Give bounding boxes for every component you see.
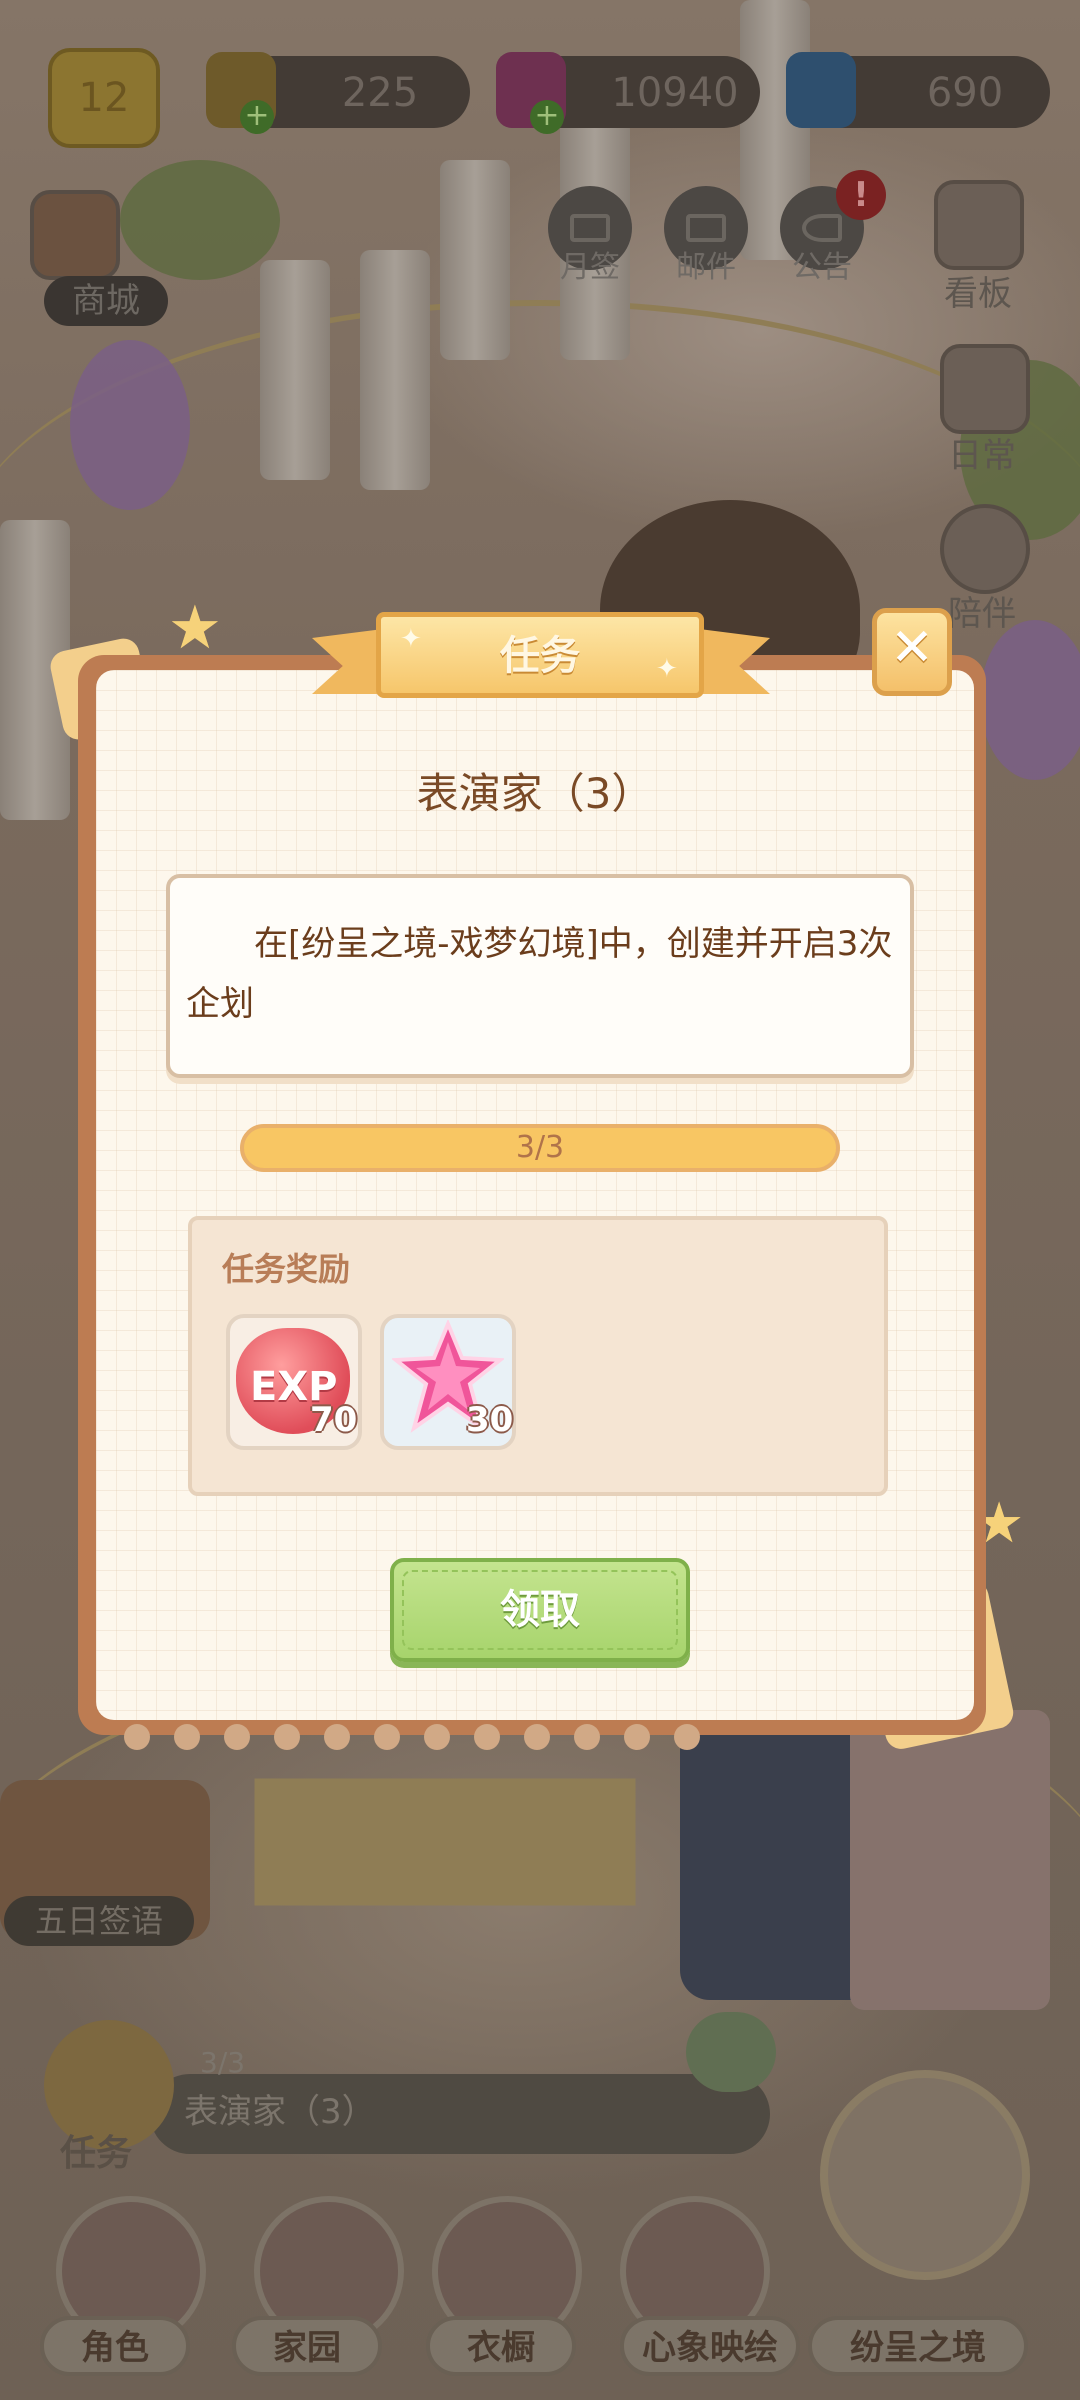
wisteria-flowers xyxy=(70,340,190,510)
nav-character[interactable]: 角色 xyxy=(40,2316,190,2376)
mail-label: 邮件 xyxy=(676,250,736,285)
snowflake-gem-icon xyxy=(786,52,856,128)
scallop xyxy=(674,1724,700,1750)
vine-leaves xyxy=(120,160,280,280)
task-description: 在[纷呈之境-戏梦幻境]中，创建并开启3次企划 xyxy=(186,924,893,1024)
railing-post xyxy=(360,250,430,490)
envelope-icon xyxy=(570,214,610,242)
railing-post xyxy=(260,260,330,480)
check-icon xyxy=(686,2012,776,2092)
scallop xyxy=(274,1724,300,1750)
shop-button[interactable]: 商城 xyxy=(44,276,168,326)
reward-count-star-gem: 30 xyxy=(466,1400,514,1440)
notification-badge: ! xyxy=(836,170,886,220)
envelope-icon xyxy=(686,214,726,242)
task-tracker-count: 3/3 xyxy=(200,2046,246,2079)
level-number: 12 xyxy=(78,75,130,121)
daily-label: 日常 xyxy=(948,436,1016,476)
reward-title: 任务奖励 xyxy=(222,1250,351,1288)
bell-value: 225 xyxy=(341,70,419,116)
nav-home[interactable]: 家园 xyxy=(232,2316,382,2376)
pink-gem-value: 10940 xyxy=(611,70,739,116)
star-decoration: ★ xyxy=(168,593,222,663)
scallop xyxy=(224,1724,250,1750)
add-bell-button[interactable]: + xyxy=(240,100,274,134)
board-avatar-icon[interactable] xyxy=(934,180,1024,270)
task-tracker-name: 表演家（3） xyxy=(184,2092,376,2132)
companion-clock-icon[interactable] xyxy=(940,504,1030,594)
scallop xyxy=(324,1724,350,1750)
task-label: 任务 xyxy=(60,2133,133,2174)
level-badge[interactable]: 12 xyxy=(48,48,160,148)
scallop xyxy=(174,1724,200,1750)
clock-wheel-icon[interactable] xyxy=(820,2070,1030,2280)
daily-calendar-icon[interactable] xyxy=(940,344,1030,434)
scallop xyxy=(374,1724,400,1750)
task-title: 表演家（3） xyxy=(416,769,654,818)
scallop xyxy=(474,1724,500,1750)
announcement-label: 公告 xyxy=(792,250,852,285)
nav-wardrobe[interactable]: 衣橱 xyxy=(426,2316,576,2376)
close-button[interactable]: ✕ xyxy=(872,608,952,696)
shop-gift-icon[interactable] xyxy=(30,190,120,280)
dialog-ribbon-title: 任务 xyxy=(500,633,580,679)
scallop xyxy=(124,1724,150,1750)
railing-post xyxy=(440,160,510,360)
companion-label: 陪伴 xyxy=(948,594,1016,634)
five-day-signin-label: 五日签语 xyxy=(4,1896,194,1946)
nav-mind-image[interactable]: 心象映绘 xyxy=(620,2316,800,2376)
scallop xyxy=(424,1724,450,1750)
board-label: 看板 xyxy=(944,274,1012,314)
monthly-signin-label: 月签 xyxy=(560,250,620,285)
nav-realm[interactable]: 纷呈之境 xyxy=(808,2316,1028,2376)
task-progress-text: 3/3 xyxy=(515,1130,565,1165)
sparkle-icon: ✦ xyxy=(656,654,678,684)
scallop xyxy=(624,1724,650,1750)
promo-banner[interactable] xyxy=(850,1710,1050,2010)
sparkle-icon: ✦ xyxy=(400,624,422,654)
reward-count-exp: 70 xyxy=(310,1400,358,1440)
snowflake-gem-value: 690 xyxy=(926,70,1004,116)
claim-button-label[interactable]: 领取 xyxy=(390,1560,690,1660)
scallop xyxy=(524,1724,550,1750)
close-icon: ✕ xyxy=(890,618,934,678)
megaphone-icon xyxy=(802,214,842,242)
wisteria-flowers xyxy=(980,620,1080,780)
add-pink-gem-button[interactable]: + xyxy=(530,100,564,134)
scallop xyxy=(574,1724,600,1750)
